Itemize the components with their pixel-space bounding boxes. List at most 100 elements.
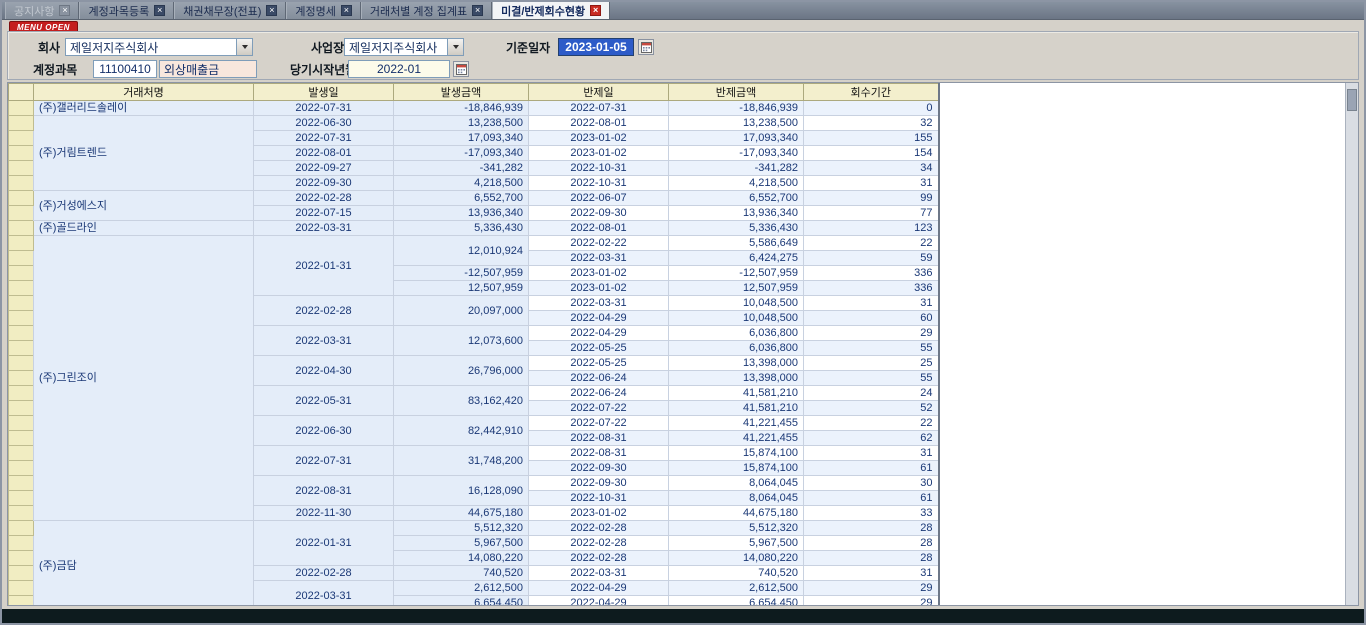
period-cell[interactable]: 25 — [804, 356, 939, 371]
company-select[interactable]: 제일저지주식회사 — [65, 38, 253, 56]
settle-amount-cell[interactable]: 17,093,340 — [669, 131, 804, 146]
period-cell[interactable]: 22 — [804, 416, 939, 431]
occur-amount-cell[interactable]: 2,612,500 — [394, 581, 529, 596]
occur-amount-cell[interactable]: 13,238,500 — [394, 116, 529, 131]
row-selector[interactable] — [9, 596, 34, 607]
occur-amount-cell[interactable]: 14,080,220 — [394, 551, 529, 566]
row-selector[interactable] — [9, 116, 34, 131]
settle-date-cell[interactable]: 2022-09-30 — [529, 476, 669, 491]
occur-amount-cell[interactable]: 6,552,700 — [394, 191, 529, 206]
occur-amount-cell[interactable]: 20,097,000 — [394, 296, 529, 326]
settle-date-cell[interactable]: 2022-09-30 — [529, 461, 669, 476]
settle-date-cell[interactable]: 2023-01-02 — [529, 506, 669, 521]
settle-date-cell[interactable]: 2022-03-31 — [529, 296, 669, 311]
period-cell[interactable]: 32 — [804, 116, 939, 131]
settle-amount-cell[interactable]: 41,581,210 — [669, 401, 804, 416]
customer-cell[interactable]: (주)골드라인 — [34, 221, 254, 236]
tab-1[interactable]: 공지사항× — [5, 2, 79, 19]
period-cell[interactable]: 24 — [804, 386, 939, 401]
occur-date-cell[interactable]: 2022-03-31 — [254, 326, 394, 356]
settle-date-cell[interactable]: 2022-03-31 — [529, 251, 669, 266]
tab-2[interactable]: 계정과목등록× — [79, 2, 174, 19]
settle-amount-cell[interactable]: 15,874,100 — [669, 461, 804, 476]
occur-amount-cell[interactable]: 5,512,320 — [394, 521, 529, 536]
customer-cell[interactable]: (주)거성에스지 — [34, 191, 254, 221]
occur-amount-cell[interactable]: -341,282 — [394, 161, 529, 176]
period-cell[interactable]: 55 — [804, 371, 939, 386]
settle-date-cell[interactable]: 2022-02-28 — [529, 521, 669, 536]
settle-amount-cell[interactable]: 6,424,275 — [669, 251, 804, 266]
row-selector[interactable] — [9, 521, 34, 536]
settle-amount-cell[interactable]: 740,520 — [669, 566, 804, 581]
occur-date-cell[interactable]: 2022-01-31 — [254, 236, 394, 296]
occur-amount-cell[interactable]: -18,846,939 — [394, 101, 529, 116]
tab-6[interactable]: 미결/반제회수현황× — [492, 2, 610, 19]
settle-amount-cell[interactable]: 41,221,455 — [669, 431, 804, 446]
occur-date-cell[interactable]: 2022-07-31 — [254, 101, 394, 116]
row-selector[interactable] — [9, 536, 34, 551]
settle-date-cell[interactable]: 2022-10-31 — [529, 491, 669, 506]
settle-date-cell[interactable]: 2022-05-25 — [529, 341, 669, 356]
settle-amount-cell[interactable]: 12,507,959 — [669, 281, 804, 296]
settle-amount-cell[interactable]: 41,581,210 — [669, 386, 804, 401]
settle-amount-cell[interactable]: 6,552,700 — [669, 191, 804, 206]
customer-cell[interactable]: (주)갤러리드솔레이 — [34, 101, 254, 116]
row-selector[interactable] — [9, 386, 34, 401]
period-start-calendar-icon[interactable] — [453, 61, 469, 77]
row-selector[interactable] — [9, 566, 34, 581]
settle-date-cell[interactable]: 2022-06-24 — [529, 386, 669, 401]
period-cell[interactable]: 31 — [804, 566, 939, 581]
customer-cell[interactable]: (주)그린조이 — [34, 236, 254, 521]
period-cell[interactable]: 336 — [804, 281, 939, 296]
row-selector[interactable] — [9, 461, 34, 476]
settle-amount-cell[interactable]: -17,093,340 — [669, 146, 804, 161]
occur-amount-cell[interactable]: 12,073,600 — [394, 326, 529, 356]
period-cell[interactable]: 59 — [804, 251, 939, 266]
settle-date-cell[interactable]: 2023-01-02 — [529, 146, 669, 161]
row-selector[interactable] — [9, 446, 34, 461]
tab-4[interactable]: 계정명세× — [286, 2, 360, 19]
period-cell[interactable]: 155 — [804, 131, 939, 146]
row-selector[interactable] — [9, 311, 34, 326]
period-cell[interactable]: 33 — [804, 506, 939, 521]
occur-amount-cell[interactable]: 83,162,420 — [394, 386, 529, 416]
col-header-occur-date[interactable]: 발생일 — [254, 84, 394, 101]
occur-amount-cell[interactable]: 16,128,090 — [394, 476, 529, 506]
occur-amount-cell[interactable]: 82,442,910 — [394, 416, 529, 446]
settle-amount-cell[interactable]: 4,218,500 — [669, 176, 804, 191]
settle-date-cell[interactable]: 2022-10-31 — [529, 161, 669, 176]
period-cell[interactable]: 22 — [804, 236, 939, 251]
period-cell[interactable]: 61 — [804, 461, 939, 476]
settle-date-cell[interactable]: 2022-04-29 — [529, 596, 669, 607]
period-cell[interactable]: 28 — [804, 536, 939, 551]
customer-cell[interactable]: (주)거림트렌드 — [34, 116, 254, 191]
period-cell[interactable]: 28 — [804, 551, 939, 566]
occur-date-cell[interactable]: 2022-02-28 — [254, 566, 394, 581]
settle-amount-cell[interactable]: -18,846,939 — [669, 101, 804, 116]
settle-date-cell[interactable]: 2022-04-29 — [529, 311, 669, 326]
period-cell[interactable]: 29 — [804, 581, 939, 596]
occur-amount-cell[interactable]: 12,010,924 — [394, 236, 529, 266]
settle-amount-cell[interactable]: 10,048,500 — [669, 296, 804, 311]
settle-date-cell[interactable]: 2022-09-30 — [529, 206, 669, 221]
company-chevron-down-icon[interactable] — [236, 39, 252, 55]
row-selector[interactable] — [9, 146, 34, 161]
row-selector[interactable] — [9, 296, 34, 311]
row-selector[interactable] — [9, 491, 34, 506]
period-cell[interactable]: 60 — [804, 311, 939, 326]
settle-amount-cell[interactable]: 44,675,180 — [669, 506, 804, 521]
settle-amount-cell[interactable]: -12,507,959 — [669, 266, 804, 281]
settle-amount-cell[interactable]: 6,036,800 — [669, 326, 804, 341]
occur-date-cell[interactable]: 2022-02-28 — [254, 296, 394, 326]
occur-date-cell[interactable]: 2022-03-31 — [254, 581, 394, 607]
settle-amount-cell[interactable]: -341,282 — [669, 161, 804, 176]
occur-date-cell[interactable]: 2022-05-31 — [254, 386, 394, 416]
tab-close-icon[interactable]: × — [341, 5, 352, 16]
occur-amount-cell[interactable]: -17,093,340 — [394, 146, 529, 161]
row-selector[interactable] — [9, 416, 34, 431]
settle-date-cell[interactable]: 2022-02-22 — [529, 236, 669, 251]
occur-date-cell[interactable]: 2022-07-31 — [254, 131, 394, 146]
period-cell[interactable]: 123 — [804, 221, 939, 236]
settle-amount-cell[interactable]: 6,036,800 — [669, 341, 804, 356]
col-header-settle-amount[interactable]: 반제금액 — [669, 84, 804, 101]
